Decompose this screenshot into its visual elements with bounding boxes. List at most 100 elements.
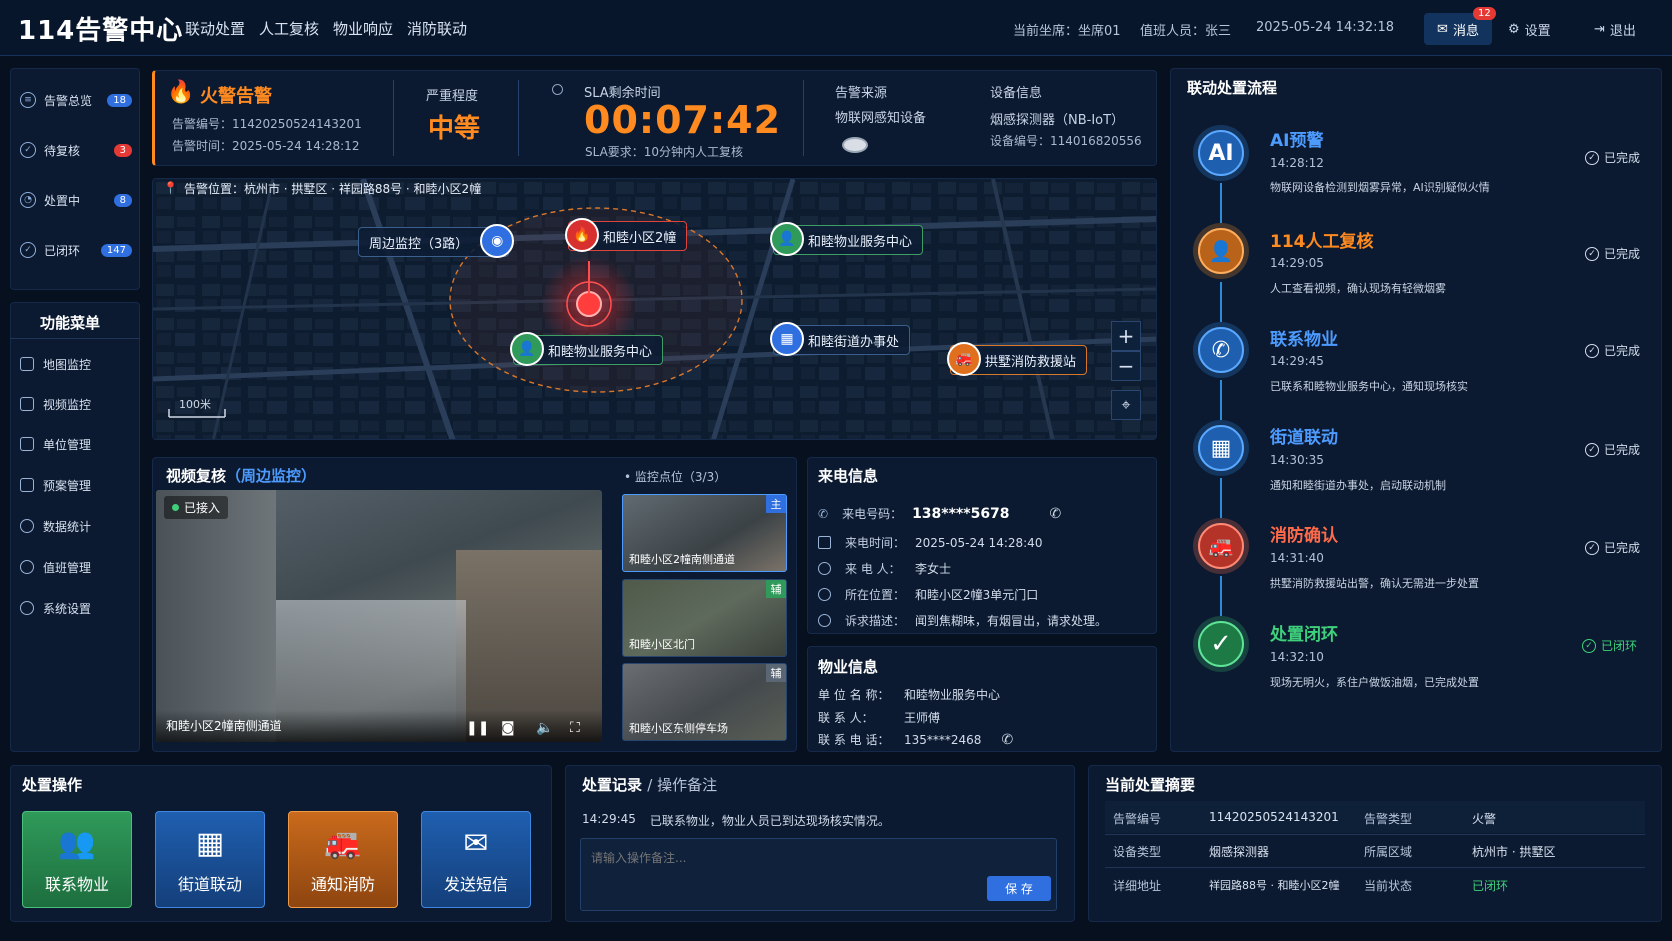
check-circle-icon: ✓ [1585,150,1599,165]
pin-nearby-cameras[interactable]: 周边监控（3路） ◉ [358,224,515,258]
menu-statistics[interactable]: 数据统计 [20,513,138,539]
stat-label: 已闭环 [44,243,81,258]
pin-street-office[interactable]: ▦ 和睦街道办事处 [770,322,911,356]
summary-key: 详细地址 [1113,879,1162,893]
video-subtitle: （周边监控） [226,467,317,485]
thumb-camera-2[interactable]: 辅 和睦小区北门 [622,579,787,657]
stat-closed[interactable]: ✓ 已闭环 147 [20,237,138,263]
row-value: 李女士 [915,562,952,576]
menu-label: 地图监控 [43,357,92,372]
row-key: 联 系 电 话： [818,733,890,747]
nav-property[interactable]: 物业响应 [333,18,393,39]
alarm-location: 📍 告警位置：杭州市 · 拱墅区 · 祥园路88号 · 和睦小区2幢 [163,179,481,200]
status-text: 已完成 [1604,151,1641,165]
main-video-caption: 和睦小区2幢南侧通道 [166,719,282,733]
row-key: 来电时间： [845,536,906,550]
pin-label: 和睦物业服务中心 [548,344,653,360]
call-phone-icon[interactable]: ✆ [1050,506,1062,522]
device-id: 设备编号：114016820556 [990,134,1142,148]
stat-overview[interactable]: ≡ 告警总览 18 [20,87,138,113]
menu-system-settings[interactable]: 系统设置 [20,595,138,621]
operation-note-input[interactable] [580,838,1057,911]
row-key: 诉求描述： [845,614,906,628]
status-text: 已完成 [1604,344,1641,358]
user-icon [20,560,34,574]
mail-icon: ✉ [463,826,489,861]
flow-step-status: ✓ 已完成 [1585,539,1640,556]
row-value: 闻到焦糊味，有烟冒出，请求处理。 [915,614,1108,628]
record-time: 14:29:45 [582,812,636,826]
notify-fire-button[interactable]: 🚒 通知消防 [288,811,398,908]
severity-value: 中等 [428,114,481,144]
check-circle-icon: ✓ [1585,442,1599,457]
flow-connector [1220,183,1222,223]
row-key: 单 位 名 称： [818,688,890,702]
fire-truck-icon: 🚒 [324,826,362,861]
nav-manual-review[interactable]: 人工复核 [259,18,319,39]
records-title-text: 处置记录 [582,776,643,794]
logout-button[interactable]: ⇥ 退出 [1594,20,1636,39]
pin-label: 和睦小区2幢 [603,230,677,246]
pin-property-center-a[interactable]: 👤 和睦物业服务中心 [770,222,924,256]
stat-pending[interactable]: ✓ 待复核 3 [20,137,138,163]
phone-icon: ✆ [818,506,829,521]
flow-step-time: 14:31:40 [1270,551,1324,565]
menu-unit-manage[interactable]: 单位管理 [20,431,138,457]
menu-video-monitor[interactable]: 视频监控 [20,391,138,417]
flow-connector [1220,478,1222,518]
severity-label: 严重程度 [426,89,479,104]
map-icon [20,357,34,371]
check-circle-icon: ✓ [1582,638,1596,653]
logout-label: 退出 [1609,24,1636,39]
call-row-number: ✆ 来电号码： 138****5678 ✆ [818,505,1061,522]
pin-fire-station[interactable]: 🚒 拱墅消防救援站 [947,342,1088,376]
property-phone-icon[interactable]: ✆ [1001,732,1013,748]
shield-check-icon: ✓ [20,242,36,258]
volume-icon[interactable]: 🔈 [536,720,553,736]
nav-fire[interactable]: 消防联动 [407,18,467,39]
row-key: 来 电 人： [845,562,901,576]
pin-label: 和睦街道办事处 [808,334,900,350]
pin-property-center-b[interactable]: 👤 和睦物业服务中心 [510,332,664,366]
contact-property-button[interactable]: 👥 联系物业 [22,811,132,908]
menu-plan-manage[interactable]: 预案管理 [20,472,138,498]
records-subtitle: / 操作备注 [647,776,718,794]
camera-snapshot-icon[interactable]: ◙ [501,720,515,736]
alarm-map[interactable]: 📍 告警位置：杭州市 · 拱墅区 · 祥园路88号 · 和睦小区2幢 周边监控（… [152,178,1157,440]
ai-icon: AI [1208,140,1234,166]
flow-step-desc: 现场无明火，系住户做饭油烟，已完成处置 [1270,676,1479,689]
settings-button[interactable]: ⚙ 设置 [1508,20,1551,39]
summary-divider [1105,834,1645,835]
locate-button[interactable]: ⌖ [1111,390,1141,420]
zoom-in-button[interactable]: + [1111,321,1141,351]
flow-step-title: 处置闭环 [1270,625,1338,645]
send-sms-button[interactable]: ✉ 发送短信 [421,811,531,908]
fullscreen-icon[interactable]: ⛶ [570,720,580,736]
street-linkage-button[interactable]: ▦ 街道联动 [155,811,265,908]
settings-label: 设置 [1524,24,1551,39]
menu-map-monitor[interactable]: 地图监控 [20,351,138,377]
user-icon [818,562,831,575]
pause-icon[interactable]: ❚❚ [466,720,489,736]
messages-label: 消息 [1452,23,1479,39]
gear-icon [20,601,34,615]
flow-step-time: 14:29:45 [1270,354,1324,368]
row-value: 2025-05-24 14:28:40 [915,535,1043,550]
pin-fire-building[interactable]: 🔥 和睦小区2幢 [565,218,688,252]
alarm-time: 告警时间：2025-05-24 14:28:12 [172,139,360,153]
property-row-name: 单 位 名 称： 和睦物业服务中心 [818,686,1000,703]
thumb-camera-1[interactable]: 主 和睦小区2幢南侧通道 [622,494,787,572]
zoom-out-button[interactable]: − [1111,351,1141,381]
property-info-title: 物业信息 [818,658,879,676]
main-video-player[interactable]: 已接入 和睦小区2幢南侧通道 ❚❚ ◙ 🔈 ⛶ [156,490,602,742]
flow-step-ai-icon: AI [1193,125,1249,181]
chat-icon [818,614,831,627]
stat-processing[interactable]: ◔ 处置中 8 [20,187,138,213]
thumb-camera-3[interactable]: 辅 和睦小区东侧停车场 [622,663,787,741]
summary-value: 祥园路88号 · 和睦小区2幢 [1209,879,1340,892]
save-button[interactable]: 保 存 [987,876,1051,901]
nav-linkage[interactable]: 联动处置 [185,18,245,39]
menu-duty-manage[interactable]: 值班管理 [20,554,138,580]
check-circle-icon: ✓ [1585,343,1599,358]
menu-divider [10,338,140,339]
